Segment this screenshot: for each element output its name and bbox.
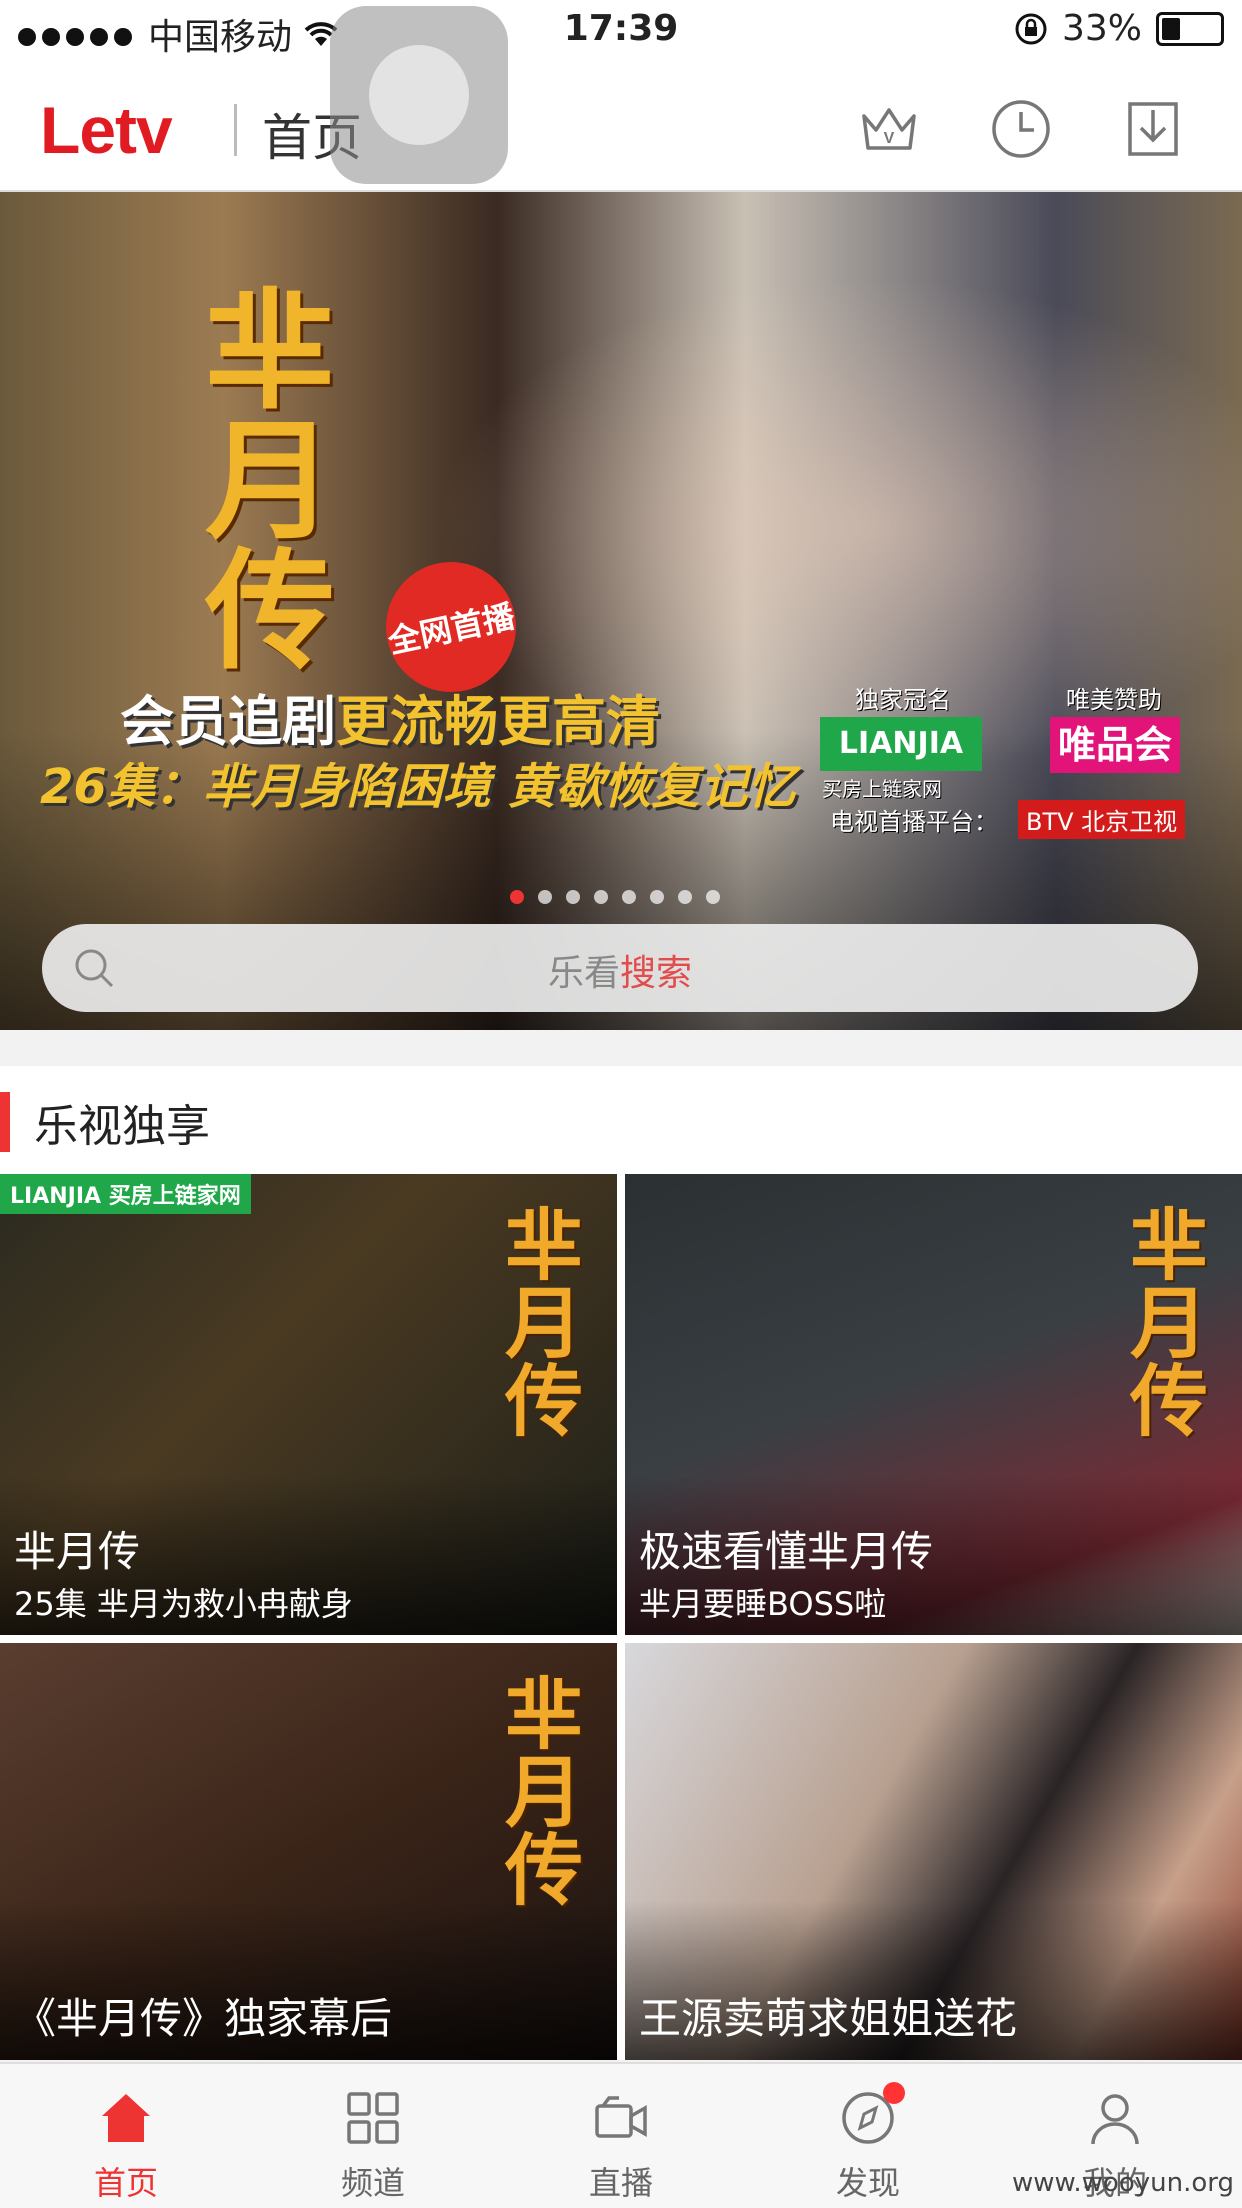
lianjia-logo-text: LIANJIA: [838, 726, 964, 761]
promo-banner[interactable]: 芈月传 全网首播 会员追剧更流畅更高清 26集：芈月身陷困境 黄歇恢复记忆 独家…: [0, 192, 1242, 1030]
pager-dot[interactable]: [678, 890, 692, 904]
tab-label: 直播: [588, 2164, 653, 2202]
battery-icon: [1156, 11, 1224, 46]
tile-title: 王源卖萌求姐姐送花: [639, 1994, 1018, 2043]
pager-dot[interactable]: [622, 890, 636, 904]
tile-subtitle: 25集 芈月为救小冉献身: [14, 1585, 353, 1623]
lianjia-subtitle: 买房上链家网: [822, 777, 942, 801]
battery-percent: 33%: [1061, 8, 1142, 49]
vip-crown-icon[interactable]: V: [856, 96, 922, 162]
grid-icon: [347, 2092, 399, 2144]
video-tile[interactable]: 王源卖萌求姐姐送花: [625, 1643, 1242, 2060]
banner-page-indicator[interactable]: [510, 890, 720, 904]
video-grid: LIANJIA 买房上链家网 芈月传 芈月传 25集 芈月为救小冉献身 芈月传 …: [0, 1174, 1242, 2060]
bottom-tab-bar: 首页 频道 直播 发现 我的 www.wooyun.org: [0, 2062, 1242, 2208]
section-title: 乐视独享: [34, 1101, 210, 1152]
pager-dot[interactable]: [538, 890, 552, 904]
tab-label: 频道: [340, 2164, 405, 2202]
tile-title: 芈月传: [14, 1527, 141, 1576]
banner-episode-line: 26集：芈月身陷困境 黄歇恢复记忆: [40, 759, 796, 815]
tile-title: 极速看懂芈月传: [639, 1527, 934, 1576]
tab-live[interactable]: 直播: [546, 2088, 696, 2204]
tile-watermark: 芈月传: [1117, 1204, 1208, 1438]
btv-logo: BTV 北京卫视: [1018, 800, 1186, 839]
tab-label: 首页: [93, 2164, 158, 2202]
home-icon: [102, 2094, 150, 2142]
camera-icon: [595, 2096, 647, 2138]
tile-subtitle: 芈月要睡BOSS啦: [639, 1585, 887, 1623]
section-header: 乐视独享: [0, 1066, 1242, 1174]
lianjia-logo: LIANJIA: [820, 717, 982, 771]
notification-dot: [883, 2082, 905, 2104]
sponsor-label-1: 独家冠名: [855, 686, 951, 714]
tv-platform-label: 电视首播平台：: [830, 808, 998, 836]
banner-headline-prefix: 会员追剧: [120, 690, 336, 753]
rotation-lock-icon: [1015, 13, 1047, 44]
video-tile[interactable]: 芈月传 极速看懂芈月传 芈月要睡BOSS啦: [625, 1174, 1242, 1635]
history-clock-icon[interactable]: [988, 96, 1054, 162]
pager-dot[interactable]: [650, 890, 664, 904]
pager-dot[interactable]: [706, 890, 720, 904]
site-watermark: www.wooyun.org: [1011, 2168, 1234, 2198]
tab-home[interactable]: 首页: [51, 2088, 201, 2204]
lianjia-tile-logo: LIANJIA 买房上链家网: [0, 1174, 251, 1214]
search-placeholder: 乐看搜索: [42, 944, 1198, 996]
tile-watermark: 芈月传: [492, 1673, 583, 1907]
sponsor-label-2: 唯美赞助: [1066, 686, 1162, 714]
banner-headline-highlight: 更流畅更高清: [336, 690, 660, 753]
tile-title: 《芈月传》独家幕后: [14, 1994, 393, 2043]
download-icon[interactable]: [1120, 96, 1186, 162]
tab-discover[interactable]: 发现: [793, 2082, 943, 2204]
section-accent-bar: [0, 1092, 10, 1152]
video-tile[interactable]: 芈月传 《芈月传》独家幕后: [0, 1643, 617, 2060]
tile-watermark: 芈月传: [492, 1204, 583, 1438]
pager-dot[interactable]: [510, 890, 524, 904]
header-divider: [234, 104, 237, 156]
video-tile[interactable]: LIANJIA 买房上链家网 芈月传 芈月传 25集 芈月为救小冉献身: [0, 1174, 617, 1635]
top-navigation-bar: Letv 首页 V: [0, 62, 1242, 192]
letv-logo[interactable]: Letv: [40, 92, 173, 168]
person-icon: [1091, 2094, 1139, 2145]
tab-channels[interactable]: 频道: [298, 2088, 448, 2204]
svg-text:V: V: [884, 130, 895, 147]
assistive-touch-button[interactable]: [330, 6, 508, 184]
pager-dot[interactable]: [594, 890, 608, 904]
search-bar[interactable]: 乐看搜索: [42, 924, 1198, 1012]
banner-headline: 会员追剧更流畅更高清: [120, 677, 660, 756]
status-bar: 中国移动 17:39 33%: [0, 0, 1242, 62]
pager-dot[interactable]: [566, 890, 580, 904]
tab-label: 发现: [835, 2164, 900, 2202]
search-placeholder-prefix: 乐看: [547, 953, 620, 994]
banner-show-title: 芈月传: [183, 282, 336, 672]
search-placeholder-highlight: 搜索: [620, 953, 693, 994]
vip-sponsor-logo: 唯品会: [1050, 717, 1180, 773]
